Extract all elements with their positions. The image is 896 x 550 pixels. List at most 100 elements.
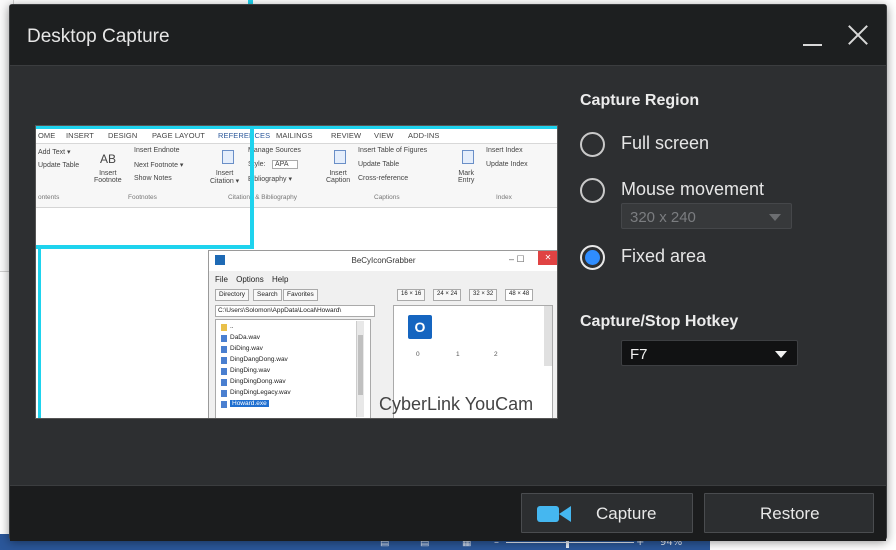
list-item: DingDing.wav xyxy=(230,367,271,374)
tab-search: Search xyxy=(253,289,282,301)
path-field: C:\Users\Solomon\AppData\Local\Howard\ xyxy=(215,305,375,317)
ribbon-mark-entry: Mark Entry xyxy=(458,170,475,184)
radio-label: Full screen xyxy=(621,133,710,153)
menu-file: File xyxy=(215,275,228,284)
footnote-ab-icon: AB xyxy=(100,152,117,166)
ribbon-insert-footnote: Insert Footnote xyxy=(94,170,122,184)
close-button[interactable] xyxy=(846,23,870,47)
list-item: DingDingLegacy.wav xyxy=(230,389,291,396)
ribbon-group-label: ontents xyxy=(38,194,60,201)
title-bar[interactable]: Desktop Capture xyxy=(10,5,886,65)
ribbon-insert-caption: Insert Caption xyxy=(326,170,351,184)
ribbon-add-text: Add Text ▾ xyxy=(38,149,71,156)
capture-region-title: Capture Region xyxy=(580,92,700,109)
audio-file-icon xyxy=(221,346,227,353)
size-tab: 24 × 24 xyxy=(433,289,462,301)
list-item: DingDingDong.wav xyxy=(230,378,286,385)
desktop-capture-dialog: Desktop Capture OME INSERT DESIGN PAGE L… xyxy=(9,4,887,541)
ribbon-group-label: Index xyxy=(496,194,512,201)
radio-label: Fixed area xyxy=(621,246,707,266)
capture-button[interactable]: Capture xyxy=(521,493,693,533)
radio-button[interactable] xyxy=(580,132,605,157)
menu-help: Help xyxy=(271,275,289,284)
radio-button-checked[interactable] xyxy=(580,245,605,270)
file-list-scrollbar xyxy=(356,321,364,417)
hotkey-dropdown[interactable]: F7 xyxy=(621,340,798,366)
ribbon-update-index: Update Index xyxy=(486,161,528,168)
ribbon-tab: VIEW xyxy=(374,131,394,140)
capture-button-label: Capture xyxy=(596,504,657,523)
radio-button[interactable] xyxy=(580,178,605,203)
hotkey-value: F7 xyxy=(630,346,648,363)
tab-directory: Directory xyxy=(215,289,250,301)
list-item-selected: Howard.exe xyxy=(230,400,269,407)
audio-file-icon xyxy=(221,357,227,364)
menu-options: Options xyxy=(236,275,264,284)
dialog-title: Desktop Capture xyxy=(27,26,170,47)
radio-label: Mouse movement xyxy=(621,179,765,199)
ribbon-show-notes: Show Notes xyxy=(134,175,172,182)
ribbon-manage-sources: Manage Sources xyxy=(248,147,301,154)
selection-outline-left xyxy=(38,249,41,418)
ribbon-insert-citation: Insert Citation ▾ xyxy=(210,170,240,185)
file-list: .. DaDa.wav DiDing.wav DingDangDong.wav … xyxy=(215,319,371,418)
audio-file-icon xyxy=(221,368,227,375)
radio-mouse-movement[interactable]: Mouse movement xyxy=(580,176,800,203)
video-camera-icon xyxy=(537,506,571,522)
radio-fixed-area[interactable]: Fixed area xyxy=(580,243,740,270)
capture-preview: OME INSERT DESIGN PAGE LAYOUT REFERENCES… xyxy=(35,125,558,419)
ribbon-tab: DESIGN xyxy=(108,131,138,140)
ribbon-next-footnote: Next Footnote ▾ xyxy=(134,162,184,169)
ribbon-tab: ADD-INS xyxy=(408,131,440,140)
list-item: DaDa.wav xyxy=(230,334,260,341)
folder-icon xyxy=(221,324,227,331)
ribbon-tab: REVIEW xyxy=(331,131,362,140)
outlook-icon: O xyxy=(408,315,432,339)
ribbon: Add Text ▾ Update Table AB Insert Footno… xyxy=(36,144,557,208)
icongrabber-menu: File Options Help xyxy=(215,275,294,284)
ribbon-cross-reference: Cross-reference xyxy=(358,175,409,182)
zoom-slider[interactable] xyxy=(506,542,634,543)
ribbon-insert-table-figures: Insert Table of Figures xyxy=(358,147,428,154)
dialog-body: OME INSERT DESIGN PAGE LAYOUT REFERENCES… xyxy=(10,65,886,485)
citation-icon xyxy=(222,150,234,164)
restore-button[interactable]: Restore xyxy=(704,493,874,533)
ribbon-update-table-2: Update Table xyxy=(358,161,400,168)
ribbon-tab: MAILINGS xyxy=(276,131,313,140)
ribbon-group-label: Captions xyxy=(374,194,400,201)
grid-number: 1 xyxy=(456,351,460,358)
icongrabber-title: BeCyIconGrabber xyxy=(351,256,416,265)
grid-number: 2 xyxy=(494,351,498,358)
ribbon-tab: INSERT xyxy=(66,131,94,140)
list-item: DingDangDong.wav xyxy=(230,356,288,363)
youcam-watermark: CyberLink YouCam xyxy=(379,394,534,414)
exe-file-icon xyxy=(221,401,227,408)
minimize-button[interactable] xyxy=(802,27,824,49)
ribbon-style-select: APA xyxy=(272,160,298,169)
size-tab: 32 × 32 xyxy=(469,289,498,301)
restore-button-label: Restore xyxy=(760,504,820,523)
hotkey-title: Capture/Stop Hotkey xyxy=(580,313,739,330)
chevron-down-icon xyxy=(775,351,787,358)
ribbon-insert-index: Insert Index xyxy=(486,147,523,154)
icongrabber-minmax-icons: – ☐ xyxy=(509,254,525,264)
radio-full-screen[interactable]: Full screen xyxy=(580,130,740,157)
size-tab: 16 × 16 xyxy=(397,289,426,301)
tab-favorites: Favorites xyxy=(283,289,318,301)
icongrabber-close-icon: ✕ xyxy=(538,251,557,265)
capture-size-dropdown[interactable]: 320 x 240 xyxy=(621,203,792,229)
caption-icon xyxy=(334,150,346,164)
icongrabber-directory-pane: Directory Search Favorites C:\Users\Solo… xyxy=(215,289,377,418)
selection-outline-bottom xyxy=(36,245,254,249)
ribbon-tab: PAGE LAYOUT xyxy=(152,131,205,140)
audio-file-icon xyxy=(221,379,227,386)
ribbon-group-label: Footnotes xyxy=(128,194,157,201)
grid-number: 0 xyxy=(416,351,420,358)
ribbon-tab: OME xyxy=(38,131,56,140)
chevron-down-icon xyxy=(769,214,781,221)
audio-file-icon xyxy=(221,335,227,342)
audio-file-icon xyxy=(221,390,227,397)
selection-outline-right xyxy=(250,126,254,249)
list-item: .. xyxy=(230,323,234,330)
preview-top-border xyxy=(36,126,557,129)
